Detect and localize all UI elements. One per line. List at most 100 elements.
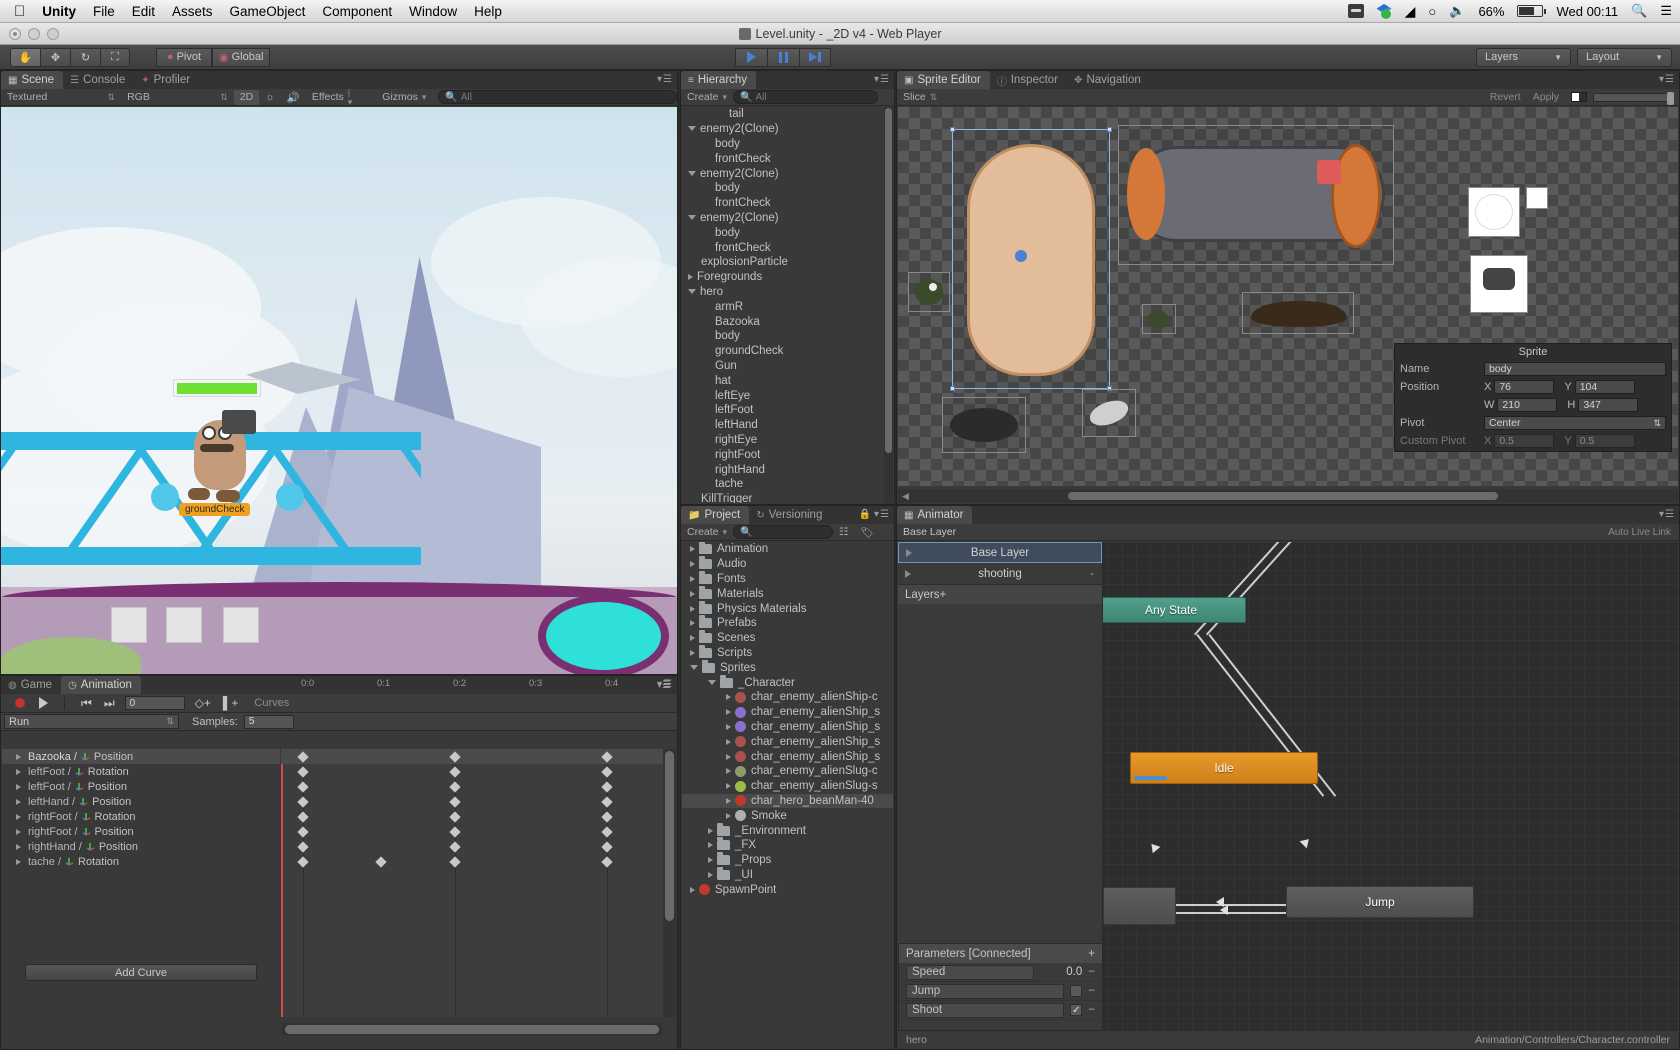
play-button[interactable] <box>735 48 767 67</box>
dopesheet-row[interactable] <box>281 839 663 854</box>
chevron-right-icon[interactable] <box>16 829 21 835</box>
move-tool-button[interactable]: ✥ <box>40 48 70 67</box>
menu-assets[interactable]: Assets <box>172 4 213 19</box>
hierarchy-item-rightfoot[interactable]: rightFoot <box>682 447 884 462</box>
chevron-down-icon[interactable] <box>688 171 696 179</box>
project-create-dropdown[interactable]: Create ▾ <box>681 525 733 540</box>
filter-by-label-button[interactable]: 🏷 <box>854 525 879 540</box>
hand-tool-button[interactable]: ✋ <box>10 48 40 67</box>
animation-options-icon[interactable]: ▾☰ <box>657 680 671 691</box>
keyframe-marker[interactable] <box>449 856 460 867</box>
chevron-right-icon[interactable] <box>690 561 695 567</box>
pause-button[interactable] <box>767 48 799 67</box>
sprite-rect-body[interactable] <box>952 129 1110 389</box>
chevron-right-icon[interactable] <box>690 606 695 612</box>
hierarchy-item-tail[interactable]: tail <box>682 107 884 122</box>
menu-component[interactable]: Component <box>322 4 392 19</box>
hierarchy-item-body[interactable]: body <box>682 225 884 240</box>
chevron-right-icon[interactable] <box>726 694 731 700</box>
animator-layer-shooting[interactable]: shooting- <box>898 563 1102 584</box>
gizmos-dropdown[interactable]: Gizmos ▾ <box>376 90 432 105</box>
alpha-toggle-button[interactable] <box>1565 90 1593 105</box>
animation-horizontal-scrollbar[interactable] <box>281 1023 663 1036</box>
animation-curve-row[interactable]: leftFoot /Position <box>2 779 280 794</box>
parameter-value-input[interactable]: 0.0 <box>1040 966 1082 978</box>
menu-gameobject[interactable]: GameObject <box>230 4 306 19</box>
sprite-rect-bazooka[interactable] <box>1118 125 1394 265</box>
custom-pivot-y-input[interactable]: 0.5 <box>1575 434 1635 448</box>
project-item-smoke[interactable]: Smoke <box>682 808 893 823</box>
transition-arrow[interactable] <box>1176 904 1288 906</box>
sprite-rect-foot[interactable] <box>942 397 1026 453</box>
project-item--props[interactable]: _Props <box>682 853 893 868</box>
sprite-rect-foot-2[interactable] <box>1082 389 1136 437</box>
filter-by-type-button[interactable]: ☷ <box>833 525 854 540</box>
keyframe-marker[interactable] <box>297 826 308 837</box>
project-item--environment[interactable]: _Environment <box>682 823 893 838</box>
dopesheet-row[interactable] <box>281 854 663 869</box>
effects-dropdown[interactable]: Effects |▾ <box>306 90 358 105</box>
tab-versioning[interactable]: ↻ Versioning <box>749 506 831 524</box>
hierarchy-search-input[interactable]: 🔍 All <box>733 90 878 104</box>
chevron-right-icon[interactable] <box>708 842 713 848</box>
animation-curve-row[interactable]: Bazooka /Position <box>2 749 280 764</box>
tab-profiler[interactable]: ✦ Profiler <box>134 71 199 89</box>
add-keyframe-button[interactable]: ◇+ <box>189 696 217 710</box>
chevron-right-icon[interactable] <box>690 887 695 893</box>
color-mode-dropdown[interactable]: RGB ⇅ <box>121 90 234 105</box>
chevron-right-icon[interactable] <box>16 754 21 760</box>
keyboard-flag-icon[interactable] <box>1348 4 1364 18</box>
apply-button[interactable]: Apply <box>1527 90 1565 105</box>
keyframe-marker[interactable] <box>297 856 308 867</box>
sprite-h-input[interactable]: 347 <box>1578 398 1638 412</box>
parameter-row-speed[interactable]: Speed0.0− <box>899 963 1102 982</box>
project-item-char-enemy-alienship-s[interactable]: char_enemy_alienShip_s <box>682 749 893 764</box>
resize-handle-tl[interactable] <box>950 127 955 132</box>
add-curve-button[interactable]: Add Curve <box>25 964 257 981</box>
hierarchy-item-gun[interactable]: Gun <box>682 359 884 374</box>
chevron-right-icon[interactable] <box>726 768 731 774</box>
menu-unity[interactable]: Unity <box>42 4 76 19</box>
parameter-checkbox[interactable]: ✓ <box>1070 1004 1082 1016</box>
hierarchy-item-frontcheck[interactable]: frontCheck <box>682 151 884 166</box>
animator-state-node-idle[interactable]: Idle <box>1130 752 1318 784</box>
chevron-right-icon[interactable] <box>708 857 713 863</box>
project-item-fonts[interactable]: Fonts <box>682 572 893 587</box>
project-item-audio[interactable]: Audio <box>682 557 893 572</box>
chevron-down-icon[interactable] <box>688 126 696 134</box>
dropbox-icon[interactable] <box>1377 4 1392 18</box>
scene-panel-menu-icon[interactable]: ▾☰ <box>657 74 673 85</box>
hierarchy-item-lefthand[interactable]: leftHand <box>682 418 884 433</box>
animator-state-node-jump[interactable]: Jump <box>1286 886 1474 918</box>
project-item--character[interactable]: _Character <box>682 675 893 690</box>
keyframe-marker[interactable] <box>449 781 460 792</box>
sprite-x-input[interactable]: 76 <box>1494 380 1554 394</box>
resize-handle-bl[interactable] <box>950 386 955 391</box>
chevron-down-icon[interactable] <box>708 680 716 688</box>
notification-center-icon[interactable]: ☰ <box>1660 3 1672 19</box>
hierarchy-item-groundcheck[interactable]: groundCheck <box>682 344 884 359</box>
menu-file[interactable]: File <box>93 4 115 19</box>
keyframe-marker[interactable] <box>601 841 612 852</box>
keyframe-marker[interactable] <box>449 826 460 837</box>
breadcrumb[interactable]: Base Layer <box>897 526 956 538</box>
dopesheet-row[interactable] <box>281 809 663 824</box>
parameter-name-input[interactable]: Jump <box>906 984 1064 999</box>
keyframe-marker[interactable] <box>449 841 460 852</box>
zoom-button[interactable] <box>47 28 59 40</box>
hierarchy-item-foregrounds[interactable]: Foregrounds <box>682 270 884 285</box>
keyframe-marker[interactable] <box>449 766 460 777</box>
zoom-slider[interactable] <box>1593 93 1673 102</box>
sprite-rect-eye-small-2[interactable] <box>1142 304 1176 334</box>
prev-keyframe-button[interactable]: ⏮ <box>75 696 98 711</box>
hierarchy-panel-menu-icon[interactable]: ▾☰ <box>874 74 890 85</box>
dopesheet-row[interactable] <box>281 779 663 794</box>
project-item-materials[interactable]: Materials <box>682 586 893 601</box>
chevron-down-icon[interactable] <box>688 289 696 297</box>
dopesheet-row[interactable] <box>281 749 663 764</box>
keyframe-marker[interactable] <box>601 826 612 837</box>
dopesheet[interactable] <box>281 749 663 1017</box>
dopesheet-row[interactable] <box>281 764 663 779</box>
project-item-char-enemy-alienship-s[interactable]: char_enemy_alienShip_s <box>682 720 893 735</box>
tab-navigation[interactable]: ✥ Navigation <box>1067 71 1150 89</box>
